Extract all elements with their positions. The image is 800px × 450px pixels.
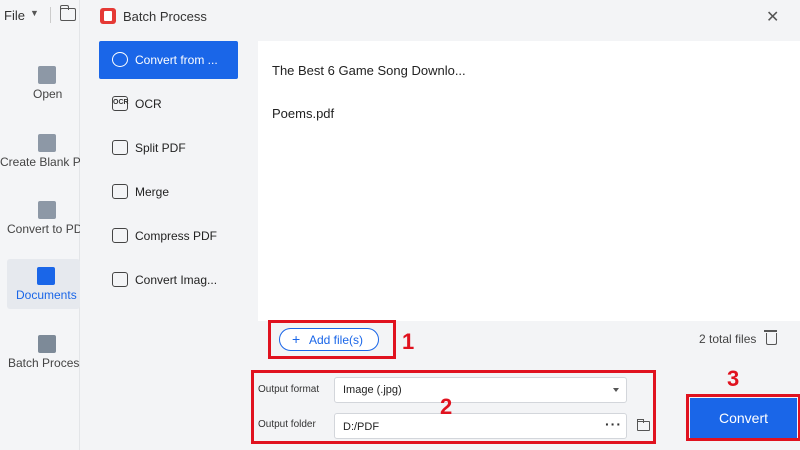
annotation-box-1 <box>268 320 396 359</box>
screen: File ▼ Open Create Blank P Convert to PD… <box>0 0 800 450</box>
nav-item-documents[interactable]: Documents <box>7 259 80 309</box>
app-topbar: File ▼ <box>0 0 80 30</box>
category-label: Convert from ... <box>135 53 218 67</box>
app-sidebar: File ▼ Open Create Blank P Convert to PD… <box>0 0 90 450</box>
category-merge[interactable]: Merge <box>99 173 238 211</box>
dialog-header: Batch Process ✕ <box>80 0 800 34</box>
nav-item-convert-to-pdf[interactable]: Convert to PDF <box>0 193 90 255</box>
nav-item-create-blank[interactable]: Create Blank P <box>0 126 81 188</box>
list-item[interactable]: Poems.pdf <box>272 106 334 121</box>
category-split-pdf[interactable]: Split PDF <box>99 129 238 167</box>
chevron-down-icon[interactable]: ▼ <box>30 8 39 18</box>
documents-icon <box>37 267 55 285</box>
category-convert-from[interactable]: Convert from ... <box>99 41 238 79</box>
ocr-icon: OCR <box>112 96 129 111</box>
compress-icon <box>112 228 128 243</box>
category-label: OCR <box>135 97 162 111</box>
category-convert-image[interactable]: Convert Imag... <box>99 261 238 299</box>
nav-item-batch-process[interactable]: Batch Process <box>0 327 85 389</box>
merge-icon <box>112 184 128 199</box>
category-label: Convert Imag... <box>135 273 218 287</box>
category-compress-pdf[interactable]: Compress PDF <box>99 217 238 255</box>
category-label: Merge <box>135 185 170 199</box>
file-menu[interactable]: File <box>4 8 25 23</box>
folder-open-icon <box>38 66 56 84</box>
app-logo-icon <box>100 8 116 24</box>
list-item[interactable]: The Best 6 Game Song Downlo... <box>272 63 466 78</box>
category-ocr[interactable]: OCR OCR <box>99 85 238 123</box>
annotation-number-3: 3 <box>727 366 740 391</box>
dialog-title: Batch Process <box>123 9 207 24</box>
new-document-icon <box>38 134 56 152</box>
folder-icon[interactable] <box>60 5 76 21</box>
image-convert-icon <box>112 272 128 287</box>
trash-icon[interactable] <box>764 330 777 345</box>
category-label: Compress PDF <box>135 229 218 243</box>
file-list-panel: The Best 6 Game Song Downlo... Poems.pdf <box>258 41 800 321</box>
batch-process-dialog: Batch Process ✕ Convert from ... OCR OCR… <box>80 0 800 450</box>
annotation-number-2: 2 <box>440 394 453 419</box>
split-icon <box>112 140 128 155</box>
nav-item-open[interactable]: Open <box>0 58 80 120</box>
category-label: Split PDF <box>135 141 186 155</box>
pdf-convert-icon <box>38 201 56 219</box>
annotation-box-2 <box>251 370 656 444</box>
toolbar-divider <box>50 7 51 23</box>
annotation-box-3 <box>686 394 800 441</box>
annotation-number-1: 1 <box>402 329 415 354</box>
convert-icon <box>112 52 128 67</box>
batch-check-icon <box>38 335 56 353</box>
total-files-count: 2 total files <box>699 332 757 346</box>
close-icon[interactable]: ✕ <box>766 7 779 27</box>
